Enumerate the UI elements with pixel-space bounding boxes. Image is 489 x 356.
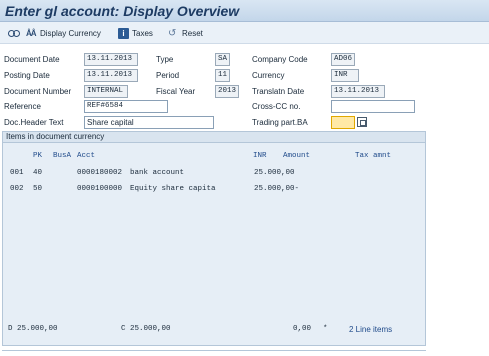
display-currency-label: Display Currency — [40, 28, 101, 38]
row-posting-key: 40 — [33, 169, 43, 177]
trading-part-ba-field[interactable] — [331, 116, 355, 129]
display-currency-button[interactable]: ÅÅ Display Currency — [26, 25, 101, 41]
reset-label: Reset — [182, 28, 203, 38]
column-amount: Amount — [283, 152, 311, 160]
credit-total: C 25.000,00 — [121, 325, 171, 333]
cross-cc-no-field[interactable] — [331, 100, 415, 113]
type-field[interactable]: SA — [215, 53, 230, 66]
column-currency: INR — [253, 152, 267, 160]
translatn-date-label: Translatn Date — [252, 87, 305, 96]
fiscal-year-label: Fiscal Year — [156, 87, 196, 96]
balance-total: 0,00 — [293, 325, 312, 333]
row-amount: 25.000,00 — [254, 169, 295, 177]
type-label: Type — [156, 55, 174, 64]
row-description: Equity share capita — [130, 185, 216, 193]
glasses-icon — [8, 28, 20, 39]
info-icon: i — [118, 27, 129, 39]
translatn-date-field[interactable]: 13.11.2013 — [331, 85, 385, 98]
cross-cc-no-label: Cross-CC no. — [252, 102, 301, 111]
panel-divider — [2, 350, 426, 351]
fiscal-year-field[interactable]: 2013 — [215, 85, 239, 98]
row-account: 0000180002 — [77, 169, 123, 177]
currency-icon: ÅÅ — [26, 28, 37, 38]
column-tax-amnt: Tax amnt — [355, 152, 392, 160]
title-bar: Enter gl account: Display Overview — [0, 0, 489, 22]
doc-header-text-field[interactable]: Share capital — [84, 116, 214, 129]
column-acct: Acct — [77, 152, 96, 160]
trading-part-ba-label: Trading part.BA — [252, 118, 308, 127]
period-label: Period — [156, 71, 180, 80]
posting-date-field[interactable]: 13.11.2013 — [84, 69, 138, 82]
period-field[interactable]: 11 — [215, 69, 230, 82]
reset-button[interactable]: ↺ Reset — [168, 25, 203, 41]
row-amount: 25.000,00- — [254, 185, 300, 193]
document-date-label: Document Date — [4, 55, 60, 64]
posting-date-label: Posting Date — [4, 71, 50, 80]
reference-label: Reference — [4, 102, 41, 111]
column-busa: BusA — [53, 152, 72, 160]
display-overview-button[interactable] — [8, 25, 20, 41]
application-toolbar: ÅÅ Display Currency i Taxes ↺ Reset — [0, 22, 489, 44]
row-line-number: 001 — [10, 169, 24, 177]
items-panel-title: Items in document currency — [3, 132, 425, 143]
column-pk: PK — [33, 152, 43, 160]
taxes-button[interactable]: i Taxes — [118, 25, 153, 41]
page-title: Enter gl account: Display Overview — [5, 3, 240, 19]
line-items-count: 2 Line items — [349, 325, 393, 334]
currency-field[interactable]: INR — [331, 69, 359, 82]
debit-total: D 25.000,00 — [8, 325, 58, 333]
balance-status-marker: * — [323, 325, 328, 333]
document-number-field[interactable]: INTERNAL — [84, 85, 128, 98]
row-posting-key: 50 — [33, 185, 43, 193]
doc-header-text-label: Doc.Header Text — [4, 118, 64, 127]
items-panel: Items in document currency PK BusA Acct … — [2, 131, 426, 346]
taxes-label: Taxes — [132, 28, 153, 38]
document-date-field[interactable]: 13.11.2013 — [84, 53, 138, 66]
document-number-label: Document Number — [4, 87, 72, 96]
company-code-field[interactable]: AD06 — [331, 53, 355, 66]
row-description: bank account — [130, 169, 185, 177]
value-help-icon[interactable] — [357, 117, 367, 127]
reset-icon: ↺ — [168, 27, 177, 39]
company-code-label: Company Code — [252, 55, 308, 64]
row-line-number: 002 — [10, 185, 24, 193]
currency-label: Currency — [252, 71, 285, 80]
reference-field[interactable]: REF#6584 — [84, 100, 168, 113]
row-account: 0000100000 — [77, 185, 123, 193]
